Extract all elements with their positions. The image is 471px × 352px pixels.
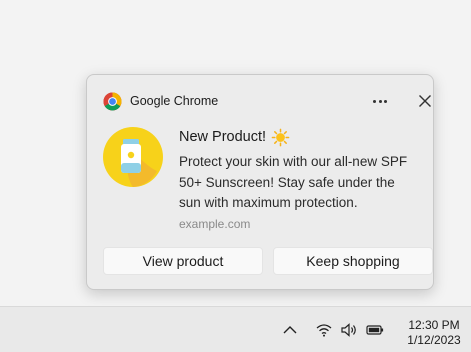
notification-body: Protect your skin with our all-new SPF 5…: [179, 154, 408, 210]
taskbar: 12:30 PM 1/12/2023: [0, 306, 471, 352]
notification-title-row: New Product!: [179, 127, 419, 147]
chevron-up-icon[interactable]: [281, 323, 299, 337]
sunscreen-image: [103, 127, 163, 187]
clock-time: 12:30 PM: [408, 318, 460, 332]
notification-attribution: example.com: [179, 216, 251, 231]
close-button[interactable]: [414, 90, 436, 112]
sun-icon: [271, 128, 290, 146]
close-icon: [419, 95, 431, 107]
wifi-icon[interactable]: [315, 323, 333, 337]
more-options-icon: [373, 99, 377, 103]
view-product-button[interactable]: View product: [103, 247, 263, 275]
clock-date: 1/12/2023: [407, 333, 461, 347]
notification-title: New Product!: [179, 129, 267, 145]
chrome-icon: [103, 91, 122, 111]
keep-shopping-button[interactable]: Keep shopping: [273, 247, 433, 275]
clock[interactable]: 12:30 PM 1/12/2023: [400, 318, 468, 348]
notification-header: Google Chrome: [103, 90, 218, 112]
battery-icon[interactable]: [366, 323, 384, 337]
notification-toast[interactable]: Google Chrome New Product! Protect your …: [86, 74, 434, 290]
app-name: Google Chrome: [130, 94, 219, 108]
more-options-button[interactable]: [368, 91, 392, 111]
notification-content: New Product! Protect your skin with our …: [179, 127, 419, 231]
volume-icon[interactable]: [340, 323, 358, 337]
